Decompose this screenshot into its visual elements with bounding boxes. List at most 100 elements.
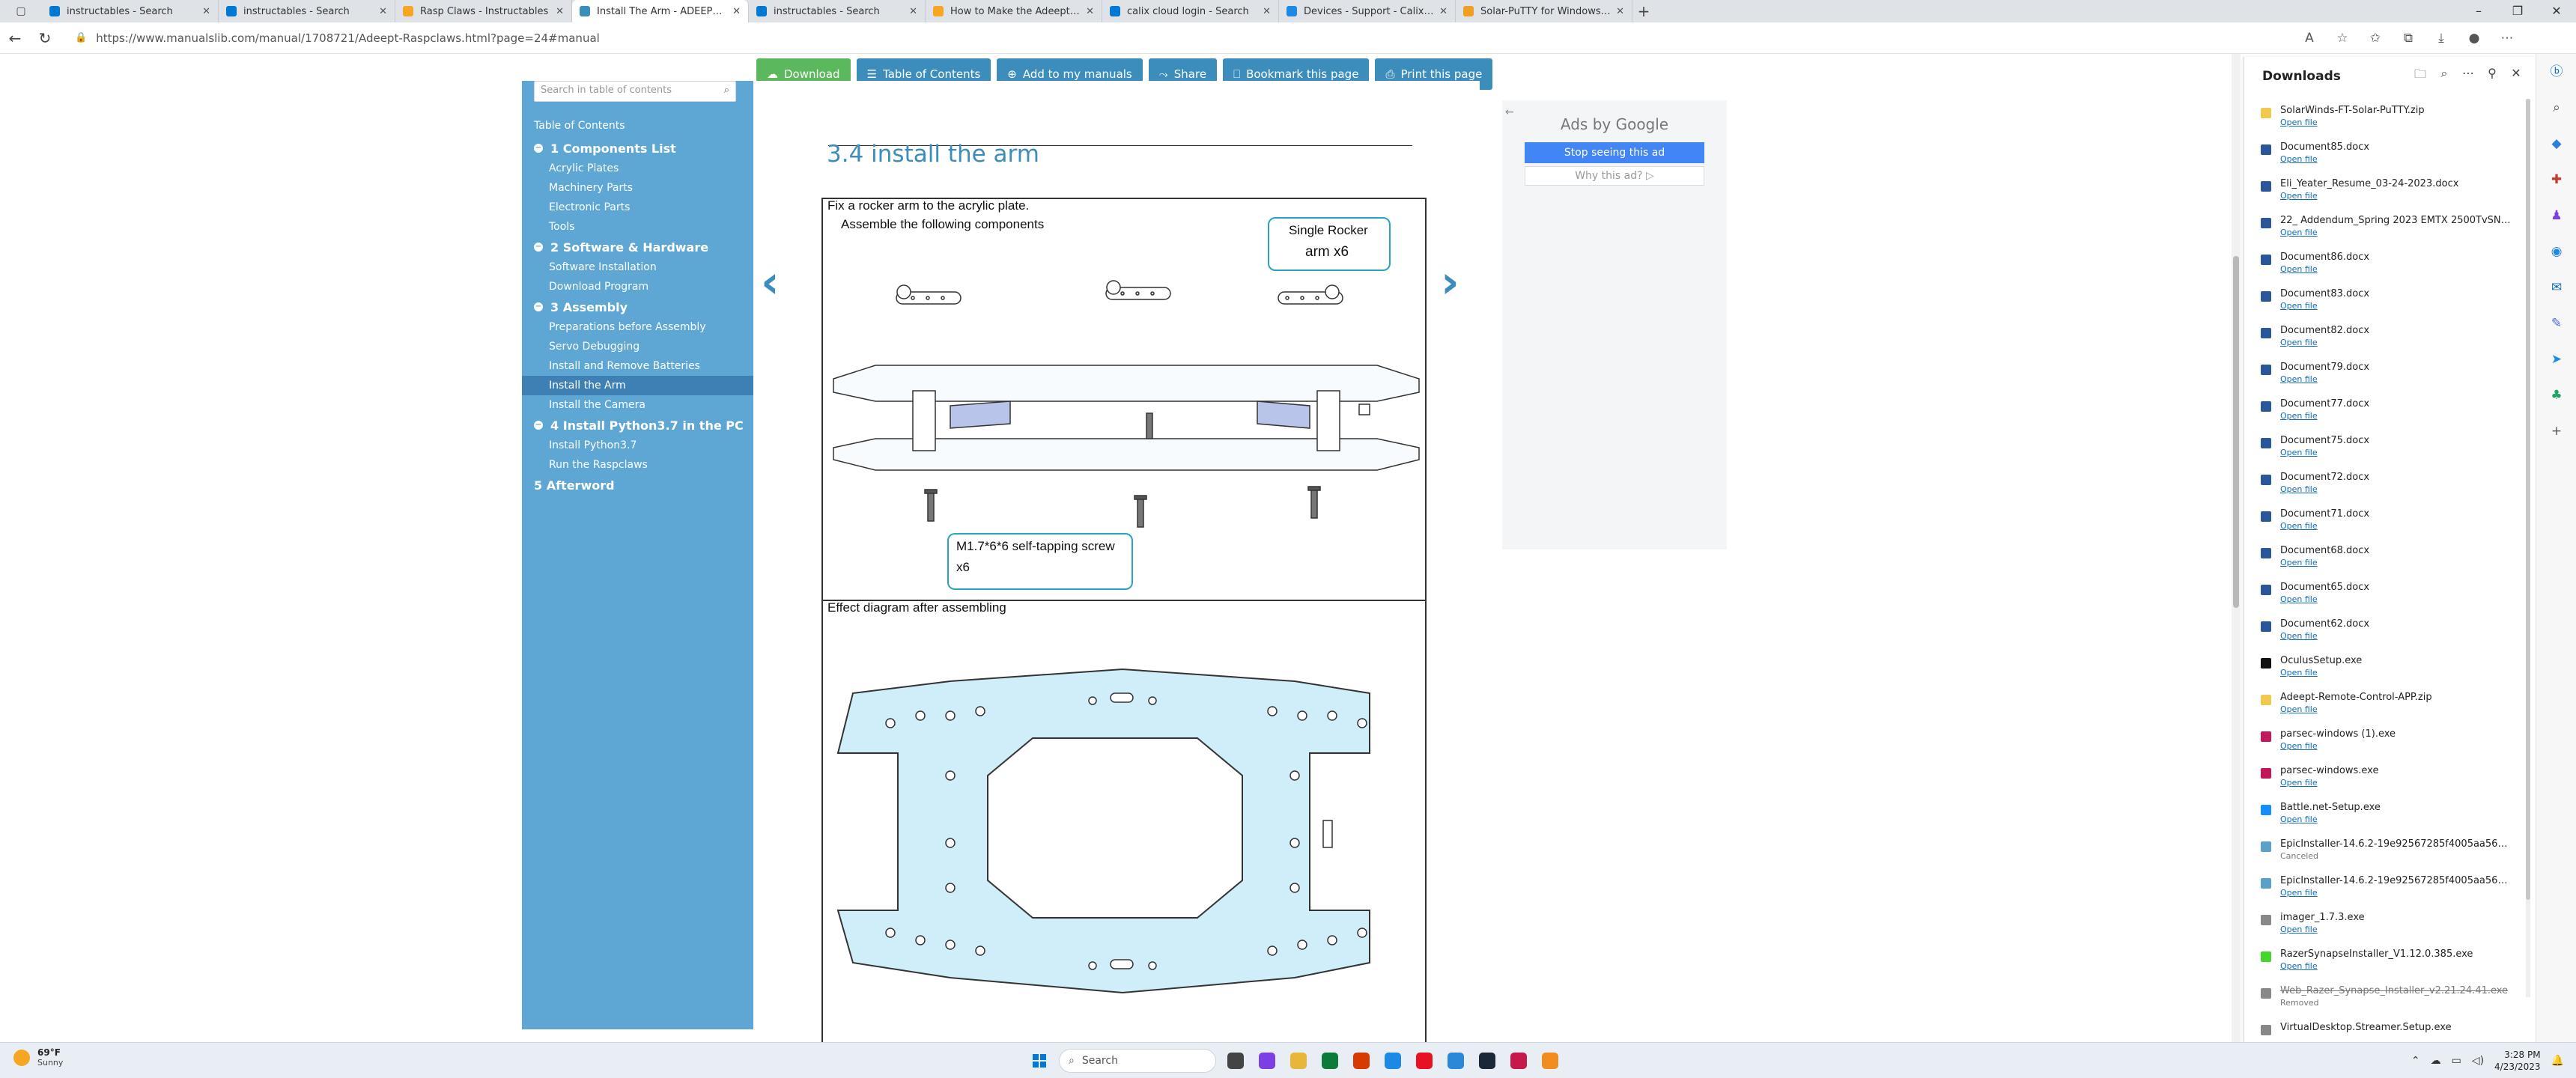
toc-item[interactable]: Download Program (522, 277, 753, 296)
favorite-star-icon[interactable]: ☆ (2326, 31, 2359, 46)
maximize-icon[interactable]: ❐ (2498, 0, 2537, 22)
tab-close-icon[interactable]: ✕ (1086, 6, 1094, 17)
next-page-chevron-icon[interactable]: › (1441, 256, 1459, 308)
tab-8[interactable]: Solar-PuTTY for Windows - Free... ✕ (1456, 0, 1632, 22)
tab-close-icon[interactable]: ✕ (1616, 6, 1624, 17)
download-action[interactable]: Open file (2280, 631, 2512, 641)
designer-icon[interactable]: ✎ (2536, 305, 2576, 341)
download-item[interactable]: imager_1.7.3.exe Open file (2244, 906, 2521, 943)
workspaces-icon[interactable]: ▢ (16, 5, 25, 17)
folder-icon[interactable]: 🗀 (2408, 66, 2432, 86)
toc-item[interactable]: Servo Debugging (522, 337, 753, 356)
download-item[interactable]: Document72.docx Open file (2244, 466, 2521, 502)
download-action[interactable]: Open file (2280, 814, 2512, 824)
page-scrollbar[interactable] (2232, 54, 2241, 1042)
toc-item[interactable]: Install the Camera (522, 395, 753, 415)
cloud-icon[interactable]: ☁ (2431, 1055, 2441, 1067)
toc-item[interactable]: Run the Raspclaws (522, 455, 753, 475)
download-item[interactable]: parsec-windows.exe Open file (2244, 759, 2521, 796)
toc-chapter[interactable]: −4 Install Python3.7 in the PC (522, 415, 753, 436)
more-icon[interactable]: ⋯ (2491, 31, 2524, 46)
tab-1[interactable]: instructables - Search ✕ (219, 0, 395, 22)
microsoft-365-icon[interactable]: ◉ (2536, 234, 2576, 270)
why-this-ad-button[interactable]: Why this ad? ▷ (1525, 166, 1704, 186)
taskbar-app-icon[interactable] (1411, 1047, 1438, 1074)
download-item[interactable]: EpicInstaller-14.6.2-19e92567285f4005aa5… (2244, 832, 2521, 869)
tab-4[interactable]: instructables - Search ✕ (749, 0, 926, 22)
download-item[interactable]: RazerSynapseInstaller_V1.12.0.385.exe Ope… (2244, 943, 2521, 979)
tab-5[interactable]: How to Make the Adeept Raspcl... ✕ (926, 0, 1102, 22)
pin-icon[interactable]: ⚲ (2480, 66, 2504, 86)
toc-search-input[interactable]: Search in table of contents ⌕ (534, 81, 736, 102)
favorites-icon[interactable]: ✩ (2359, 31, 2392, 46)
tree-icon[interactable]: ♣ (2536, 377, 2576, 413)
weather-widget[interactable]: 69°F Sunny (13, 1047, 63, 1068)
download-item[interactable]: Document75.docx Open file (2244, 429, 2521, 466)
download-action[interactable]: Open file (2280, 118, 2512, 127)
download-action[interactable]: Open file (2280, 228, 2512, 237)
tab-close-icon[interactable]: ✕ (556, 6, 564, 17)
tab-close-icon[interactable]: ✕ (1263, 6, 1271, 17)
taskbar-app-icon[interactable] (1474, 1047, 1501, 1074)
collections-icon[interactable]: ⧉ (2392, 31, 2425, 46)
download-item[interactable]: Document77.docx Open file (2244, 392, 2521, 429)
toc-chapter[interactable]: −2 Software & Hardware (522, 237, 753, 258)
toc-item[interactable]: Tools (522, 217, 753, 237)
search-downloads-icon[interactable]: ⌕ (2432, 66, 2456, 86)
toc-item[interactable]: Machinery Parts (522, 178, 753, 198)
download-action[interactable]: Open file (2280, 925, 2512, 934)
download-action[interactable]: Open file (2280, 558, 2512, 567)
download-action[interactable]: Open file (2280, 741, 2512, 751)
tab-close-icon[interactable]: ✕ (202, 6, 210, 17)
download-action[interactable]: Open file (2280, 778, 2512, 788)
taskbar-search[interactable]: ⌕ Search (1059, 1049, 1216, 1073)
games-icon[interactable]: ♟ (2536, 198, 2576, 234)
tab-close-icon[interactable]: ✕ (909, 6, 917, 17)
bing-chat-icon[interactable]: ⓑ (2536, 54, 2576, 90)
more-options-icon[interactable]: ⋯ (2456, 66, 2480, 86)
taskbar-app-icon[interactable] (1222, 1047, 1249, 1074)
page-scrollbar-thumb[interactable] (2233, 256, 2239, 608)
toc-item[interactable]: Install and Remove Batteries (522, 356, 753, 376)
network-icon[interactable]: ▭ (2452, 1055, 2461, 1067)
download-item[interactable]: Eli_Yeater_Resume_03-24-2023.docx Open fi… (2244, 172, 2521, 209)
downloads-scrollbar-thumb[interactable] (2526, 99, 2530, 900)
tools-icon[interactable]: ✚ (2536, 162, 2576, 198)
download-action[interactable]: Open file (2280, 374, 2512, 384)
drop-icon[interactable]: ➤ (2536, 341, 2576, 377)
download-item[interactable]: EpicInstaller-14.6.2-19e92567285f4005aa5… (2244, 869, 2521, 906)
taskbar-app-icon[interactable] (1442, 1047, 1469, 1074)
downloads-icon[interactable]: ⤓ (2425, 31, 2458, 46)
download-action[interactable]: Open file (2280, 961, 2512, 971)
tab-close-icon[interactable]: ✕ (732, 6, 741, 17)
downloads-scrollbar[interactable] (2526, 99, 2530, 997)
tab-7[interactable]: Devices - Support - Calix Cloud ✕ (1279, 0, 1456, 22)
download-item[interactable]: Document68.docx Open file (2244, 539, 2521, 576)
shopping-icon[interactable]: ◆ (2536, 126, 2576, 162)
download-item[interactable]: Document83.docx Open file (2244, 282, 2521, 319)
tab-close-icon[interactable]: ✕ (379, 6, 387, 17)
clock[interactable]: 3:28 PM 4/23/2023 (2494, 1049, 2541, 1073)
refresh-icon[interactable]: ↻ (30, 29, 60, 47)
toc-item[interactable]: Install Python3.7 (522, 436, 753, 455)
notifications-icon[interactable]: 🔔 (2551, 1055, 2564, 1067)
taskbar-app-icon[interactable] (1316, 1047, 1343, 1074)
back-icon[interactable]: ← (0, 29, 30, 47)
collapse-icon[interactable]: − (534, 243, 543, 252)
download-action[interactable]: Open file (2280, 338, 2512, 347)
toc-item[interactable]: Acrylic Plates (522, 159, 753, 178)
download-item[interactable]: OculusSetup.exe Open file (2244, 649, 2521, 686)
taskbar-app-icon[interactable] (1348, 1047, 1375, 1074)
download-action[interactable]: Open file (2280, 521, 2512, 531)
minimize-icon[interactable]: – (2459, 0, 2498, 22)
toc-item[interactable]: Preparations before Assembly (522, 317, 753, 337)
download-action[interactable]: Open file (2280, 264, 2512, 274)
download-item[interactable]: Document62.docx Open file (2244, 612, 2521, 649)
download-action[interactable]: Open file (2280, 448, 2512, 457)
taskbar-app-icon[interactable] (1537, 1047, 1564, 1074)
download-action[interactable]: Open file (2280, 668, 2512, 677)
lock-icon[interactable]: 🔒 (75, 32, 87, 43)
toc-item[interactable]: Software Installation (522, 258, 753, 277)
download-item[interactable]: SolarWinds-FT-Solar-PuTTY.zip Open file (2244, 99, 2521, 135)
close-downloads-icon[interactable]: ✕ (2504, 66, 2528, 86)
